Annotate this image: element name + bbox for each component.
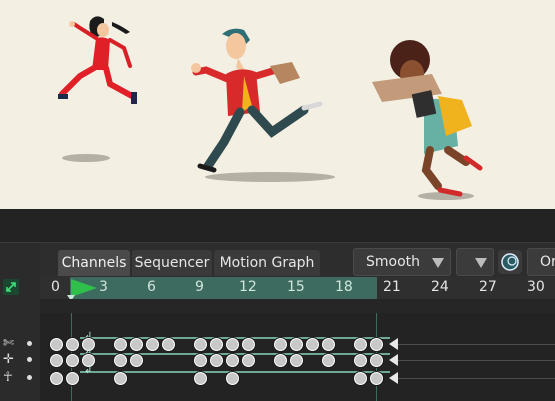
keyframe[interactable] xyxy=(226,354,239,367)
keyframe[interactable] xyxy=(290,354,303,367)
keyframe[interactable] xyxy=(194,338,207,351)
track-header xyxy=(40,299,555,313)
keyframe[interactable] xyxy=(226,338,239,351)
keyframe[interactable] xyxy=(322,338,335,351)
chevron-down-icon xyxy=(432,258,444,268)
keyframe[interactable] xyxy=(370,338,383,351)
keyframe[interactable] xyxy=(370,354,383,367)
keyframe[interactable] xyxy=(354,354,367,367)
keyframe[interactable] xyxy=(306,338,319,351)
keyframe[interactable] xyxy=(354,338,367,351)
track-visibility-dot[interactable] xyxy=(27,341,32,346)
keyframe[interactable] xyxy=(274,338,287,351)
keyframe[interactable] xyxy=(242,354,255,367)
keyframe[interactable] xyxy=(50,338,63,351)
tick-label: 3 xyxy=(99,279,108,295)
animation-viewport[interactable] xyxy=(0,0,555,209)
chevron-down-icon xyxy=(475,258,487,268)
keyframe[interactable] xyxy=(66,372,79,385)
track-visibility-dot[interactable] xyxy=(27,375,32,380)
keyframe[interactable] xyxy=(50,372,63,385)
track-start-arrow: ↲ xyxy=(84,365,93,376)
tab-motion-graph[interactable]: Motion Graph xyxy=(214,250,320,276)
tick-label: 18 xyxy=(335,279,353,295)
tick-label: 15 xyxy=(287,279,305,295)
track-end-arrow[interactable] xyxy=(389,372,398,384)
tick-label: 27 xyxy=(479,279,497,295)
keyframe[interactable] xyxy=(242,338,255,351)
tick-label: 9 xyxy=(195,279,204,295)
keyframe[interactable] xyxy=(194,354,207,367)
tab-channels[interactable]: Channels xyxy=(58,250,130,276)
playback-range[interactable] xyxy=(70,277,377,299)
running-girl xyxy=(58,16,137,104)
bone-move-icon[interactable]: ✛ xyxy=(3,353,14,366)
track-end-arrow[interactable] xyxy=(389,354,398,366)
extra-dropdown-label: Or xyxy=(540,254,555,270)
playhead[interactable] xyxy=(71,279,97,297)
keyframe[interactable] xyxy=(162,338,175,351)
tab-sequencer[interactable]: Sequencer xyxy=(132,250,212,276)
tick-label: 6 xyxy=(147,279,156,295)
keyframe[interactable] xyxy=(226,372,239,385)
tick-label: 12 xyxy=(239,279,257,295)
keyframe[interactable] xyxy=(130,354,143,367)
track-extension-line xyxy=(398,360,555,361)
running-man xyxy=(191,28,323,173)
keyframe[interactable] xyxy=(194,372,207,385)
tick-label: 30 xyxy=(527,279,545,295)
keyframe[interactable] xyxy=(114,338,127,351)
onion-skin-icon xyxy=(501,253,519,271)
tick-label: 24 xyxy=(431,279,449,295)
keyframe[interactable] xyxy=(370,372,383,385)
keyframe[interactable] xyxy=(210,338,223,351)
interpolation-select[interactable]: Smooth xyxy=(353,248,451,276)
keyframe[interactable] xyxy=(146,338,159,351)
keyframe[interactable] xyxy=(290,338,303,351)
keyframe[interactable] xyxy=(274,354,287,367)
onion-skin-button[interactable] xyxy=(498,250,522,274)
bone-link-icon[interactable]: ✄ xyxy=(3,337,14,350)
tick-label: 0 xyxy=(51,279,60,295)
tick-label: 21 xyxy=(383,279,401,295)
viewport-divider[interactable] xyxy=(0,209,555,243)
track-visibility-dot[interactable] xyxy=(27,357,32,362)
options-dropdown[interactable] xyxy=(456,248,494,276)
keyframe[interactable] xyxy=(210,354,223,367)
scene-illustration xyxy=(58,16,483,197)
extra-dropdown[interactable]: Or xyxy=(527,248,555,276)
track-extension-line xyxy=(398,378,555,379)
track-end-arrow[interactable] xyxy=(389,338,398,350)
keyframe[interactable] xyxy=(66,338,79,351)
keyframe[interactable] xyxy=(322,354,335,367)
running-woman xyxy=(372,40,483,197)
keyframe[interactable] xyxy=(130,338,143,351)
keyframe[interactable] xyxy=(50,354,63,367)
keyframe[interactable] xyxy=(114,372,127,385)
track-extension-line xyxy=(398,344,555,345)
keyframe[interactable] xyxy=(114,354,127,367)
bone-icon[interactable]: ☥ xyxy=(3,371,13,384)
expand-icon[interactable] xyxy=(3,279,19,295)
interpolation-select-value: Smooth xyxy=(366,254,421,270)
keyframe[interactable] xyxy=(66,354,79,367)
keyframe[interactable] xyxy=(354,372,367,385)
